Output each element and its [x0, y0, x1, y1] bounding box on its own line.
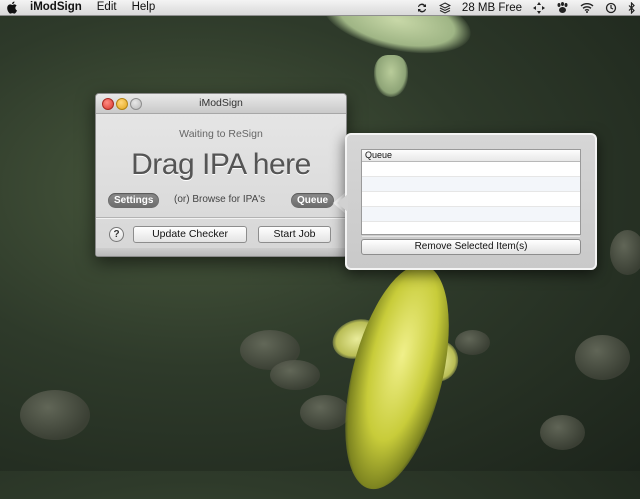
queue-popover: Queue Remove Selected Item(s): [345, 133, 597, 270]
pebble: [300, 395, 350, 430]
queue-button[interactable]: Queue: [291, 193, 335, 208]
paw-icon[interactable]: [556, 1, 569, 14]
koi-fish-tail: [374, 55, 408, 97]
help-button[interactable]: ?: [109, 227, 124, 242]
table-row[interactable]: [362, 207, 580, 222]
wifi-icon[interactable]: [580, 2, 594, 13]
pebble: [540, 415, 585, 450]
move-icon[interactable]: [533, 1, 545, 14]
pebble: [610, 230, 640, 275]
imodsign-window: iModSign Waiting to ReSign Drag IPA here…: [95, 93, 347, 257]
start-job-button[interactable]: Start Job: [258, 226, 331, 243]
window-bottom-bar: [96, 248, 346, 256]
window-title: iModSign: [199, 97, 243, 109]
queue-table[interactable]: Queue: [361, 149, 581, 237]
table-row[interactable]: [362, 177, 580, 192]
apple-icon[interactable]: [6, 1, 18, 14]
drop-zone[interactable]: Waiting to ReSign Drag IPA here Settings…: [96, 114, 346, 256]
memory-free-label[interactable]: 28 MB Free: [462, 2, 522, 14]
table-row[interactable]: [362, 192, 580, 207]
menu-extras: 28 MB Free: [416, 0, 636, 15]
pebble: [455, 330, 490, 355]
table-row[interactable]: [362, 222, 580, 237]
window-titlebar[interactable]: iModSign: [96, 94, 346, 114]
layers-icon[interactable]: [438, 1, 451, 14]
pebble: [20, 390, 90, 440]
menu-app-name[interactable]: iModSign: [30, 0, 82, 15]
settings-button[interactable]: Settings: [108, 193, 160, 208]
update-checker-button[interactable]: Update Checker: [133, 226, 247, 243]
remove-selected-button[interactable]: Remove Selected Item(s): [361, 239, 581, 255]
time-machine-icon[interactable]: [605, 2, 617, 14]
menu-help[interactable]: Help: [132, 0, 156, 15]
table-row[interactable]: [362, 162, 580, 177]
status-text: Waiting to ReSign: [179, 128, 263, 140]
drop-target-label: Drag IPA here: [131, 148, 311, 181]
bluetooth-icon[interactable]: [628, 1, 636, 14]
popover-arrow-inner: [337, 194, 348, 212]
browse-ipa-link[interactable]: (or) Browse for IPA's: [174, 194, 265, 205]
divider: [96, 217, 346, 219]
sync-icon[interactable]: [416, 2, 428, 14]
menu-edit[interactable]: Edit: [97, 0, 117, 15]
queue-column-header[interactable]: Queue: [362, 150, 580, 162]
menu-bar: iModSign Edit Help 28 MB Free: [0, 0, 640, 16]
pebble: [270, 360, 320, 390]
pebble: [575, 335, 630, 380]
